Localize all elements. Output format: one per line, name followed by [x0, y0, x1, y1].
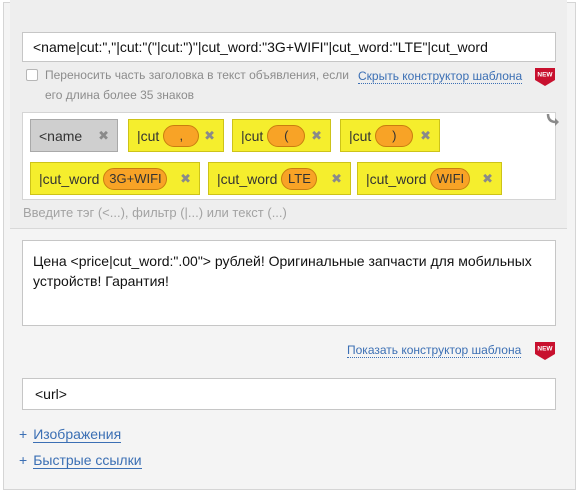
tag-value-pill[interactable]: 3G+WIFI [103, 167, 168, 190]
hide-constructor-link[interactable]: Скрыть конструктор шаблона [358, 69, 523, 84]
quick-links-expander[interactable]: + Быстрые ссылки [19, 452, 142, 469]
tag-cut-word-wifi[interactable]: |cut_word WIFI ✖ [357, 162, 502, 195]
move-title-checkbox-label: Переносить часть заголовка в текст объяв… [45, 68, 349, 102]
move-title-checkbox[interactable] [26, 69, 38, 81]
quick-links-expander-label[interactable]: Быстрые ссылки [33, 452, 142, 469]
images-expander[interactable]: + Изображения [19, 426, 122, 443]
remove-x-icon[interactable]: ✖ [311, 128, 322, 144]
tag-cut-word-lte[interactable]: |cut_word LTE ✖ [208, 162, 351, 195]
new-badge-icon: NEW [535, 342, 555, 360]
show-constructor-link[interactable]: Показать конструктор шаблона [347, 343, 522, 358]
tag-input-hint[interactable]: Введите тэг (<...), фильтр (|...) или те… [23, 205, 287, 220]
tag-label: |cut [241, 127, 264, 144]
remove-x-icon[interactable]: ✖ [180, 171, 191, 187]
new-badge-icon: NEW [535, 68, 555, 86]
title-template-input[interactable]: <name|cut:","|cut:"("|cut:")"|cut_word:"… [22, 32, 556, 62]
new-badge-text: NEW [537, 346, 553, 353]
tag-value-pill[interactable]: , [163, 124, 200, 147]
tag-cut-open-paren[interactable]: |cut ( ✖ [232, 119, 331, 152]
tag-label: |cut_word [217, 170, 278, 187]
remove-x-icon[interactable]: ✖ [204, 128, 215, 144]
images-expander-label[interactable]: Изображения [33, 426, 122, 443]
tag-value-pill[interactable]: ) [375, 124, 414, 147]
remove-x-icon[interactable]: ✖ [420, 128, 431, 144]
tag-cut-comma[interactable]: |cut , ✖ [128, 119, 224, 152]
tag-cut-close-paren[interactable]: |cut ) ✖ [340, 119, 440, 152]
description-template-input[interactable]: Цена <price|cut_word:".00"> рублей! Ориг… [22, 240, 556, 326]
tag-value-pill[interactable]: LTE [281, 167, 318, 190]
tag-value-pill[interactable]: ( [267, 124, 306, 147]
curved-arrow-icon[interactable] [545, 110, 561, 126]
plus-icon: + [19, 426, 28, 442]
tag-label: |cut_word [39, 170, 100, 187]
new-badge-text: NEW [537, 72, 553, 79]
remove-x-icon[interactable]: ✖ [482, 171, 493, 187]
remove-x-icon[interactable]: ✖ [98, 128, 109, 144]
remove-x-icon[interactable]: ✖ [331, 171, 342, 187]
url-template-input[interactable]: <url> [22, 378, 556, 410]
tag-label: |cut [349, 127, 372, 144]
tag-label: |cut [137, 127, 160, 144]
tag-label: <name [39, 127, 83, 144]
tag-value-pill[interactable]: WIFI [430, 167, 471, 190]
tag-name[interactable]: <name ✖ [30, 119, 118, 152]
tag-cut-word-3g-wifi[interactable]: |cut_word 3G+WIFI ✖ [30, 162, 200, 195]
tag-label: |cut_word [366, 170, 427, 187]
plus-icon: + [19, 452, 28, 468]
